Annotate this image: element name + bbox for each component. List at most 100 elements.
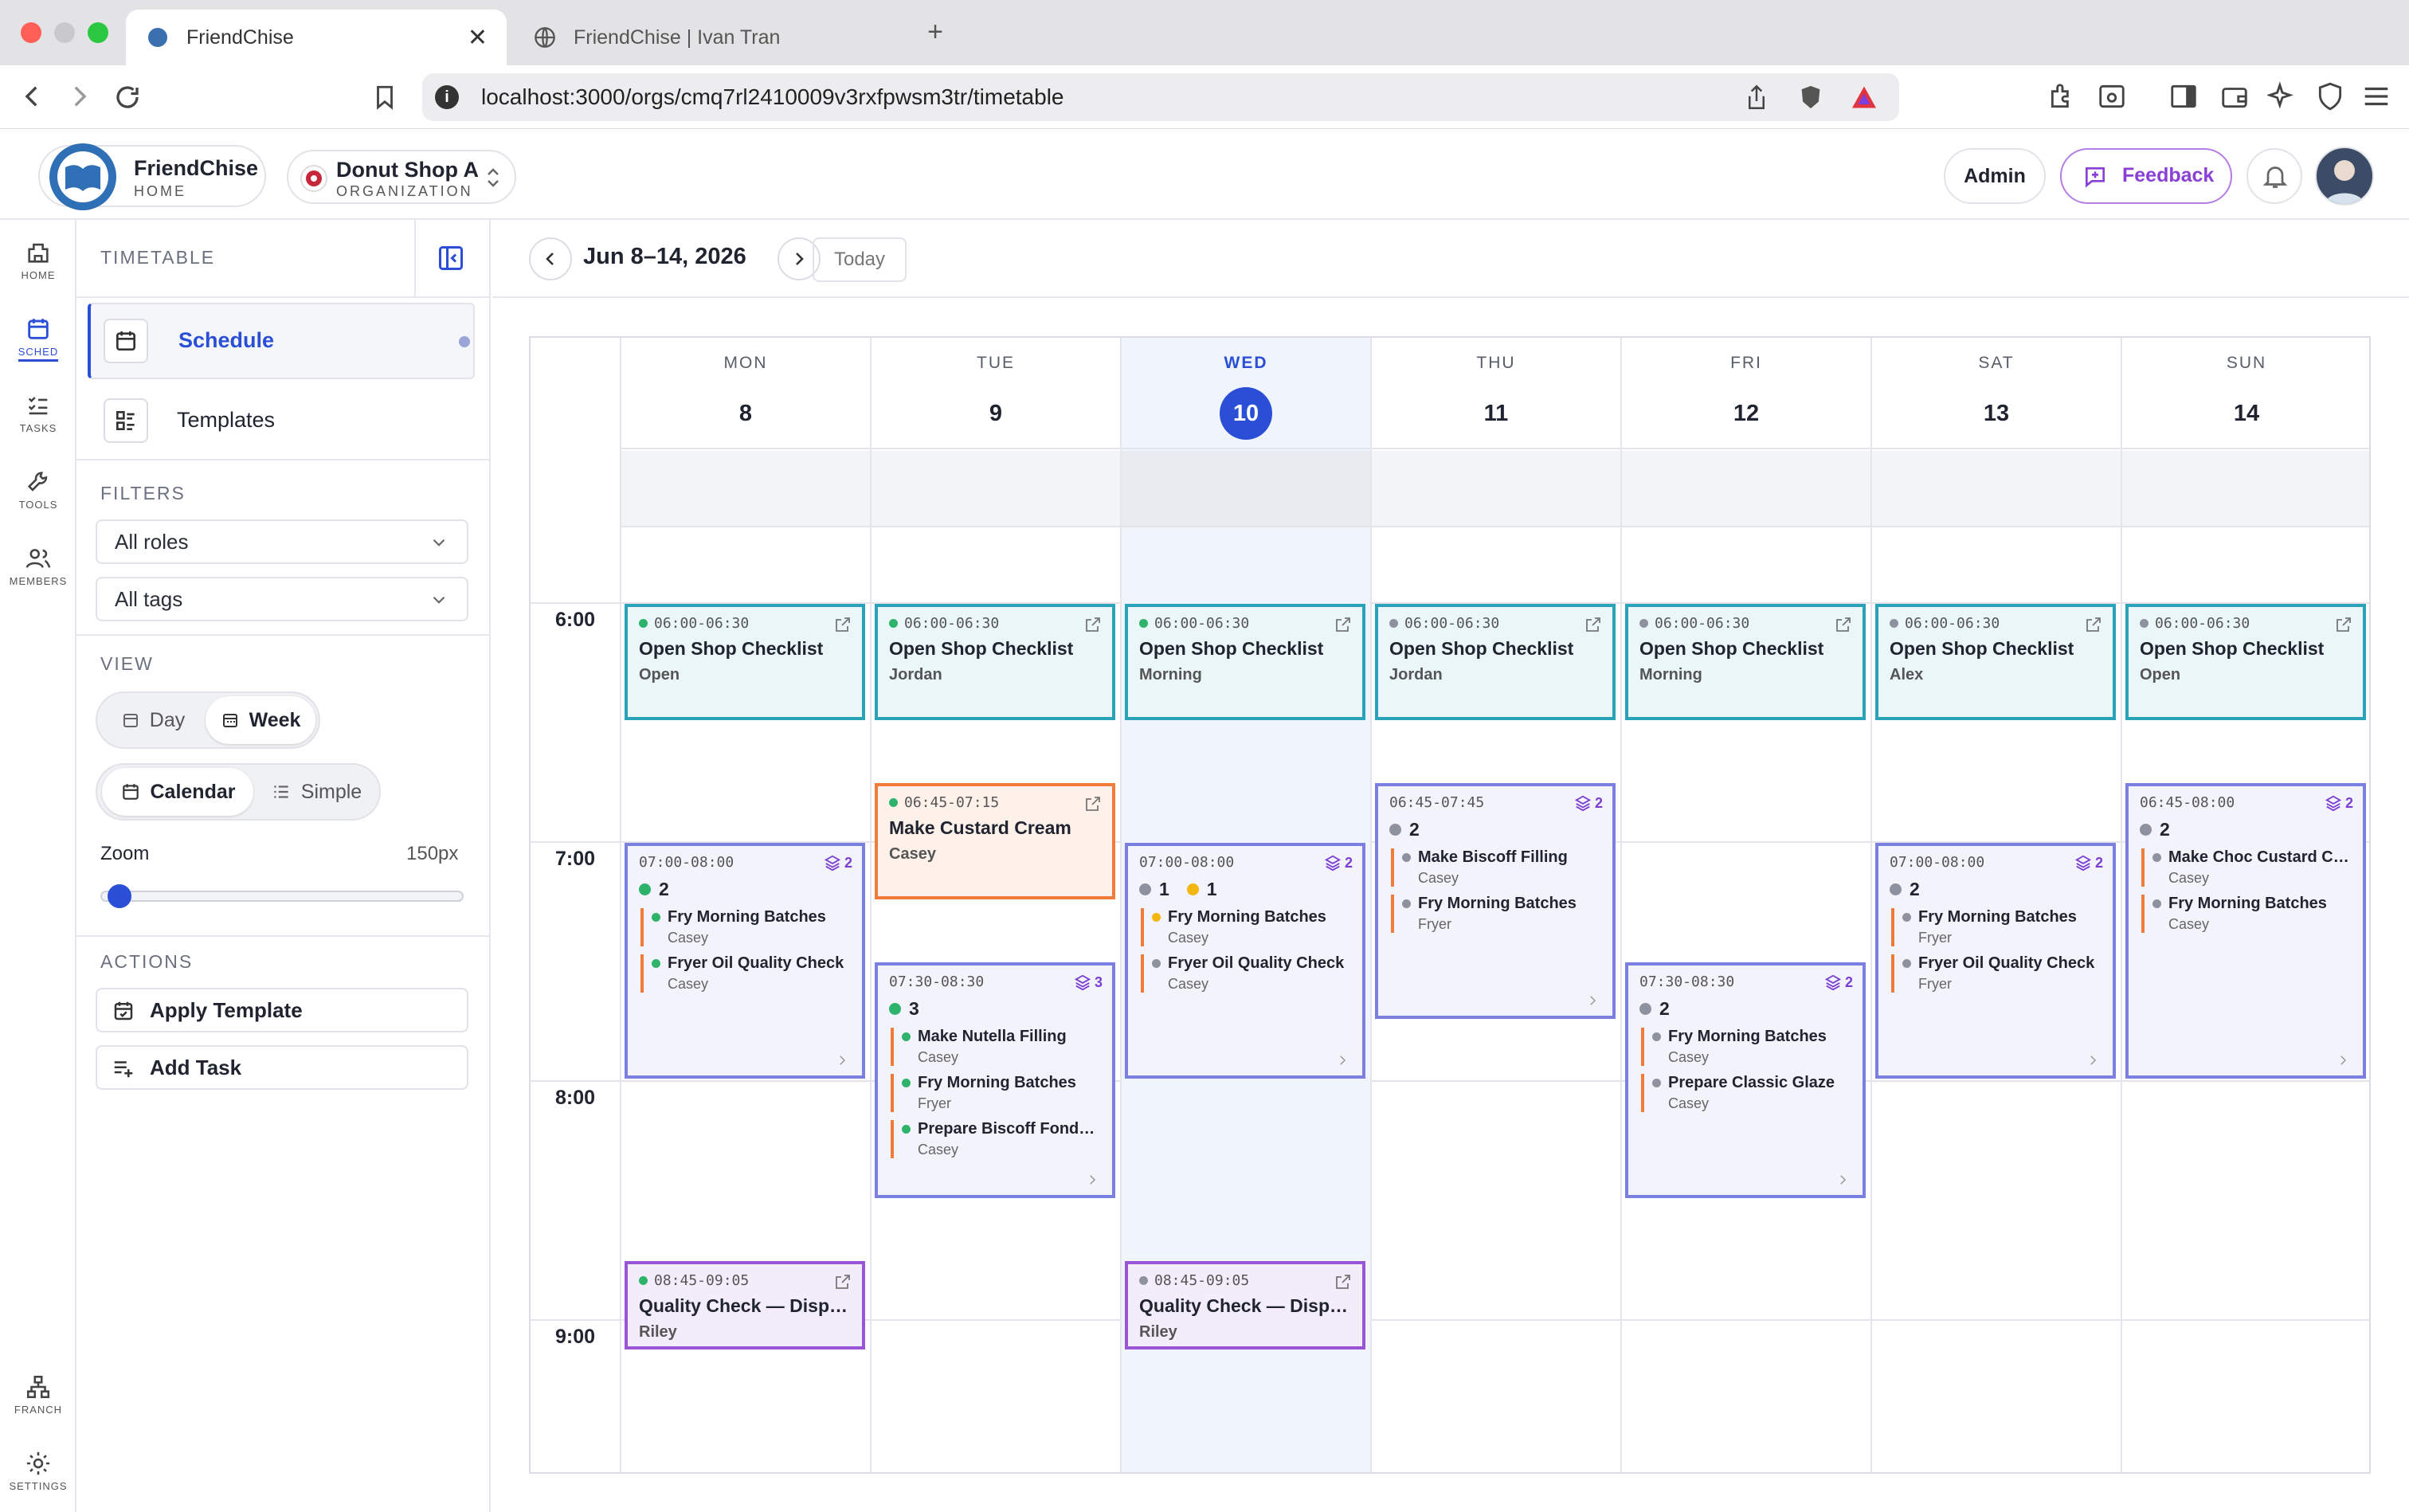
- minimize-window-icon[interactable]: [54, 22, 75, 43]
- group-task-item[interactable]: Make Nutella Filling Casey: [891, 1028, 1101, 1066]
- rewards-icon[interactable]: [1850, 83, 1878, 112]
- open-external-icon[interactable]: [1083, 794, 1103, 813]
- roles-filter-select[interactable]: All roles: [96, 519, 468, 564]
- reading-list-icon[interactable]: [2097, 81, 2127, 112]
- day-header[interactable]: WED 10: [1122, 338, 1370, 449]
- task-group-event[interactable]: 07:00-08:00 2 1 1 Fry Morning Batches Casey Fr…: [1125, 843, 1365, 1079]
- group-task-item[interactable]: Fry Morning Batches Casey: [1641, 1028, 1851, 1066]
- view-week-button[interactable]: Week: [206, 696, 315, 744]
- brave-shield-icon[interactable]: [1797, 83, 1824, 112]
- task-event[interactable]: 06:00-06:30 Open Shop Checklist Open: [2125, 604, 2366, 720]
- all-day-row[interactable]: [1372, 451, 1620, 527]
- add-task-button[interactable]: Add Task: [96, 1045, 468, 1090]
- open-external-icon[interactable]: [1334, 615, 1353, 634]
- all-day-row[interactable]: [621, 451, 870, 527]
- task-event[interactable]: 06:00-06:30 Open Shop Checklist Jordan: [875, 604, 1115, 720]
- ai-sparkle-icon[interactable]: [2267, 81, 2297, 112]
- day-header[interactable]: SUN 14: [2122, 338, 2369, 449]
- task-event[interactable]: 06:00-06:30 Open Shop Checklist Morning: [1625, 604, 1866, 720]
- wallet-icon[interactable]: [2219, 81, 2250, 112]
- new-tab-icon[interactable]: +: [919, 16, 951, 48]
- open-external-icon[interactable]: [1834, 615, 1853, 634]
- group-task-item[interactable]: Make Biscoff Filling Casey: [1391, 848, 1601, 887]
- vpn-shield-icon[interactable]: [2315, 81, 2345, 112]
- group-task-item[interactable]: Fry Morning Batches Casey: [2141, 895, 2352, 933]
- day-header[interactable]: FRI 12: [1622, 338, 1870, 449]
- rail-home[interactable]: HOME: [0, 239, 76, 281]
- group-task-item[interactable]: Fry Morning Batches Casey: [1141, 908, 1351, 946]
- bookmark-icon[interactable]: [371, 83, 398, 112]
- task-group-event[interactable]: 07:30-08:30 3 3 Make Nutella Filling Casey Fr…: [875, 962, 1115, 1198]
- task-group-event[interactable]: 07:30-08:30 2 2 Fry Morning Batches Casey Pre…: [1625, 962, 1866, 1198]
- group-task-item[interactable]: Fryer Oil Quality Check Casey: [1141, 954, 1351, 993]
- day-column[interactable]: TUE 9: [870, 338, 1120, 1472]
- reload-icon[interactable]: [113, 83, 142, 112]
- rail-franch[interactable]: FRANCH: [0, 1373, 76, 1416]
- rail-sched[interactable]: SCHED: [0, 315, 76, 362]
- day-header[interactable]: MON 8: [621, 338, 870, 449]
- chevron-right-icon[interactable]: [1835, 1173, 1850, 1187]
- open-external-icon[interactable]: [2084, 615, 2103, 634]
- close-window-icon[interactable]: [21, 22, 41, 43]
- extensions-icon[interactable]: [2047, 81, 2078, 112]
- open-external-icon[interactable]: [2334, 615, 2353, 634]
- notifications-button[interactable]: [2246, 148, 2302, 204]
- browser-tab[interactable]: FriendChise | Ivan Tran: [515, 10, 913, 65]
- menu-icon[interactable]: [2361, 81, 2391, 112]
- group-task-item[interactable]: Fry Morning Batches Fryer: [891, 1074, 1101, 1112]
- task-group-event[interactable]: 06:45-08:00 2 2 Make Choc Custard Cr... Case…: [2125, 783, 2366, 1079]
- brand-home-button[interactable]: FriendChise HOME: [38, 143, 266, 210]
- maximize-window-icon[interactable]: [88, 22, 108, 43]
- today-button[interactable]: Today: [813, 237, 907, 282]
- org-switcher[interactable]: Donut Shop A ORGANIZATION: [287, 150, 516, 204]
- day-header[interactable]: TUE 9: [872, 338, 1120, 449]
- all-day-row[interactable]: [1622, 451, 1870, 527]
- group-task-item[interactable]: Fryer Oil Quality Check Casey: [640, 954, 851, 993]
- url-text[interactable]: localhost:3000/orgs/cmq7rl2410009v3rxfpw…: [481, 84, 1064, 110]
- browser-tab-active[interactable]: FriendChise ✕: [126, 10, 507, 65]
- sidebar-toggle-icon[interactable]: [2168, 81, 2199, 112]
- nav-templates[interactable]: Templates: [88, 382, 475, 459]
- rail-members[interactable]: MEMBERS: [0, 545, 76, 587]
- view-day-button[interactable]: Day: [104, 698, 202, 742]
- group-task-item[interactable]: Make Choc Custard Cr... Casey: [2141, 848, 2352, 887]
- chevron-right-icon[interactable]: [2336, 1053, 2350, 1067]
- share-icon[interactable]: [1745, 83, 1769, 112]
- all-day-row[interactable]: [872, 451, 1120, 527]
- chevron-right-icon[interactable]: [1085, 1173, 1099, 1187]
- open-external-icon[interactable]: [1334, 1272, 1353, 1291]
- site-info-icon[interactable]: i: [435, 85, 459, 109]
- feedback-button[interactable]: Feedback: [2060, 148, 2232, 204]
- nav-schedule[interactable]: Schedule: [88, 303, 475, 379]
- group-task-item[interactable]: Fry Morning Batches Fryer: [1391, 895, 1601, 933]
- open-external-icon[interactable]: [833, 1272, 852, 1291]
- collapse-panel-icon[interactable]: [437, 244, 465, 272]
- close-tab-icon[interactable]: ✕: [468, 24, 488, 52]
- open-external-icon[interactable]: [1584, 615, 1603, 634]
- day-header[interactable]: SAT 13: [1872, 338, 2121, 449]
- task-event[interactable]: 06:00-06:30 Open Shop Checklist Alex: [1875, 604, 2116, 720]
- group-task-item[interactable]: Fryer Oil Quality Check Fryer: [1891, 954, 2102, 993]
- task-event[interactable]: 06:00-06:30 Open Shop Checklist Jordan: [1375, 604, 1616, 720]
- group-task-item[interactable]: Prepare Classic Glaze Casey: [1641, 1074, 1851, 1112]
- day-header[interactable]: THU 11: [1372, 338, 1620, 449]
- view-simple-button[interactable]: Simple: [257, 770, 376, 814]
- apply-template-button[interactable]: Apply Template: [96, 988, 468, 1032]
- view-calendar-button[interactable]: Calendar: [102, 768, 253, 816]
- prev-week-button[interactable]: [529, 237, 572, 280]
- tags-filter-select[interactable]: All tags: [96, 577, 468, 621]
- all-day-row[interactable]: [1122, 451, 1370, 527]
- task-event[interactable]: 08:45-09:05 Quality Check — Displa... Rile…: [1125, 1261, 1365, 1349]
- task-group-event[interactable]: 07:00-08:00 2 2 Fry Morning Batches Casey Fry…: [625, 843, 865, 1079]
- task-group-event[interactable]: 07:00-08:00 2 2 Fry Morning Batches Fryer Fry…: [1875, 843, 2116, 1079]
- task-group-event[interactable]: 06:45-07:45 2 2 Make Biscoff Filling Casey Fr…: [1375, 783, 1616, 1019]
- group-task-item[interactable]: Prepare Biscoff Fondant Casey: [891, 1120, 1101, 1158]
- open-external-icon[interactable]: [833, 615, 852, 634]
- chevron-right-icon[interactable]: [1585, 993, 1600, 1008]
- zoom-slider-thumb[interactable]: [107, 884, 131, 908]
- forward-icon[interactable]: [65, 83, 92, 110]
- chevron-right-icon[interactable]: [835, 1053, 849, 1067]
- group-task-item[interactable]: Fry Morning Batches Casey: [640, 908, 851, 946]
- chevron-right-icon[interactable]: [2086, 1053, 2100, 1067]
- day-column[interactable]: FRI 12: [1620, 338, 1870, 1472]
